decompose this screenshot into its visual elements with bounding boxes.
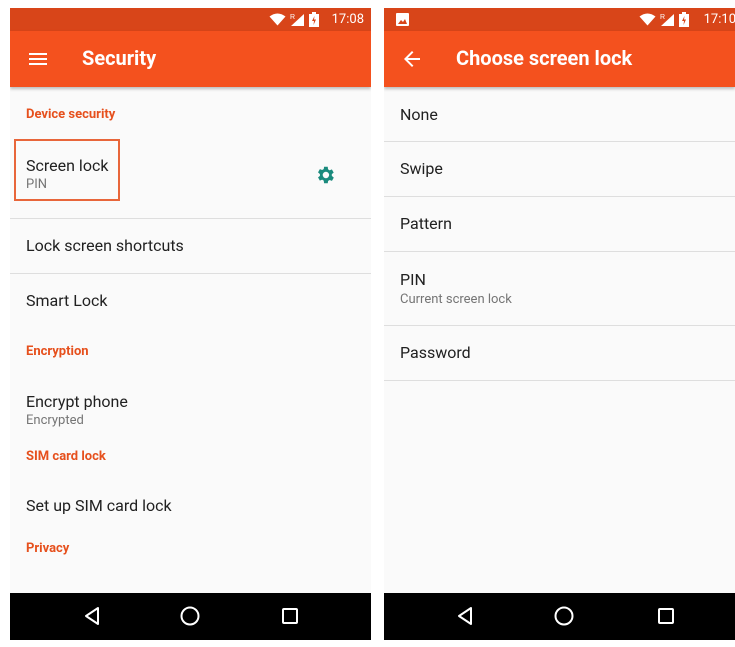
- svg-text:R: R: [660, 14, 665, 21]
- security-screen: R 17:08 Security Device security Screen …: [10, 8, 371, 640]
- item-title: Set up SIM card lock: [26, 496, 172, 515]
- page-title: Security: [82, 46, 157, 70]
- lock-screen-shortcuts-item[interactable]: Lock screen shortcuts: [10, 219, 371, 274]
- screen-lock-highlight: [14, 139, 120, 201]
- section-header-device-security: Device security: [26, 107, 116, 122]
- option-title: Password: [400, 343, 471, 362]
- svg-text:R: R: [290, 14, 295, 21]
- item-title: Encrypt phone: [26, 392, 128, 411]
- set-up-sim-card-lock-item[interactable]: Set up SIM card lock: [10, 479, 371, 535]
- choose-screen-lock-screen: R 17:10 Choose screen lock None Swipe Pa…: [384, 8, 735, 640]
- back-triangle-icon[interactable]: [80, 604, 104, 628]
- option-title: Swipe: [400, 159, 443, 178]
- status-time: 17:10: [703, 12, 735, 27]
- status-time: 17:08: [331, 12, 364, 27]
- lock-option-pattern[interactable]: Pattern: [384, 197, 735, 252]
- encrypt-phone-item[interactable]: Encrypt phone Encrypted: [10, 372, 371, 449]
- option-title: None: [400, 105, 438, 124]
- section-header-sim-card-lock: SIM card lock: [26, 449, 106, 464]
- lock-option-password[interactable]: Password: [384, 326, 735, 381]
- image-notification-icon: [396, 13, 409, 26]
- battery-charging-icon: [679, 12, 689, 27]
- status-icons: R: [639, 12, 689, 27]
- wifi-icon: [269, 13, 286, 26]
- section-header-encryption: Encryption: [26, 344, 89, 359]
- status-bar: R 17:08: [10, 8, 371, 31]
- back-arrow-icon[interactable]: [400, 47, 424, 71]
- lock-option-swipe[interactable]: Swipe: [384, 142, 735, 197]
- status-icons: R: [269, 12, 319, 27]
- menu-icon[interactable]: [26, 47, 50, 71]
- smart-lock-item[interactable]: Smart Lock: [10, 274, 371, 329]
- item-summary: Encrypted: [26, 413, 84, 428]
- app-bar: Security: [10, 31, 371, 87]
- battery-charging-icon: [309, 12, 319, 27]
- app-bar: Choose screen lock: [384, 31, 735, 87]
- status-bar: R 17:10: [384, 8, 735, 31]
- item-title: Lock screen shortcuts: [26, 236, 184, 255]
- item-title: Smart Lock: [26, 291, 108, 310]
- lock-option-pin[interactable]: PIN Current screen lock: [384, 252, 735, 326]
- lock-option-none[interactable]: None: [384, 87, 735, 142]
- wifi-icon: [639, 13, 656, 26]
- lock-options-list: None Swipe Pattern PIN Current screen lo…: [384, 87, 735, 381]
- option-title: PIN: [400, 270, 426, 289]
- gear-icon[interactable]: [314, 164, 336, 186]
- page-title: Choose screen lock: [456, 46, 633, 70]
- signal-roaming-icon: R: [660, 13, 674, 26]
- option-title: Pattern: [400, 214, 452, 233]
- recents-square-icon[interactable]: [654, 604, 678, 628]
- section-header-privacy: Privacy: [26, 541, 70, 556]
- nav-bar: [384, 593, 735, 640]
- back-triangle-icon[interactable]: [453, 604, 477, 628]
- home-circle-icon[interactable]: [552, 604, 576, 628]
- recents-square-icon[interactable]: [278, 604, 302, 628]
- option-summary: Current screen lock: [400, 292, 512, 307]
- home-circle-icon[interactable]: [178, 604, 202, 628]
- nav-bar: [10, 593, 371, 640]
- signal-roaming-icon: R: [290, 13, 304, 26]
